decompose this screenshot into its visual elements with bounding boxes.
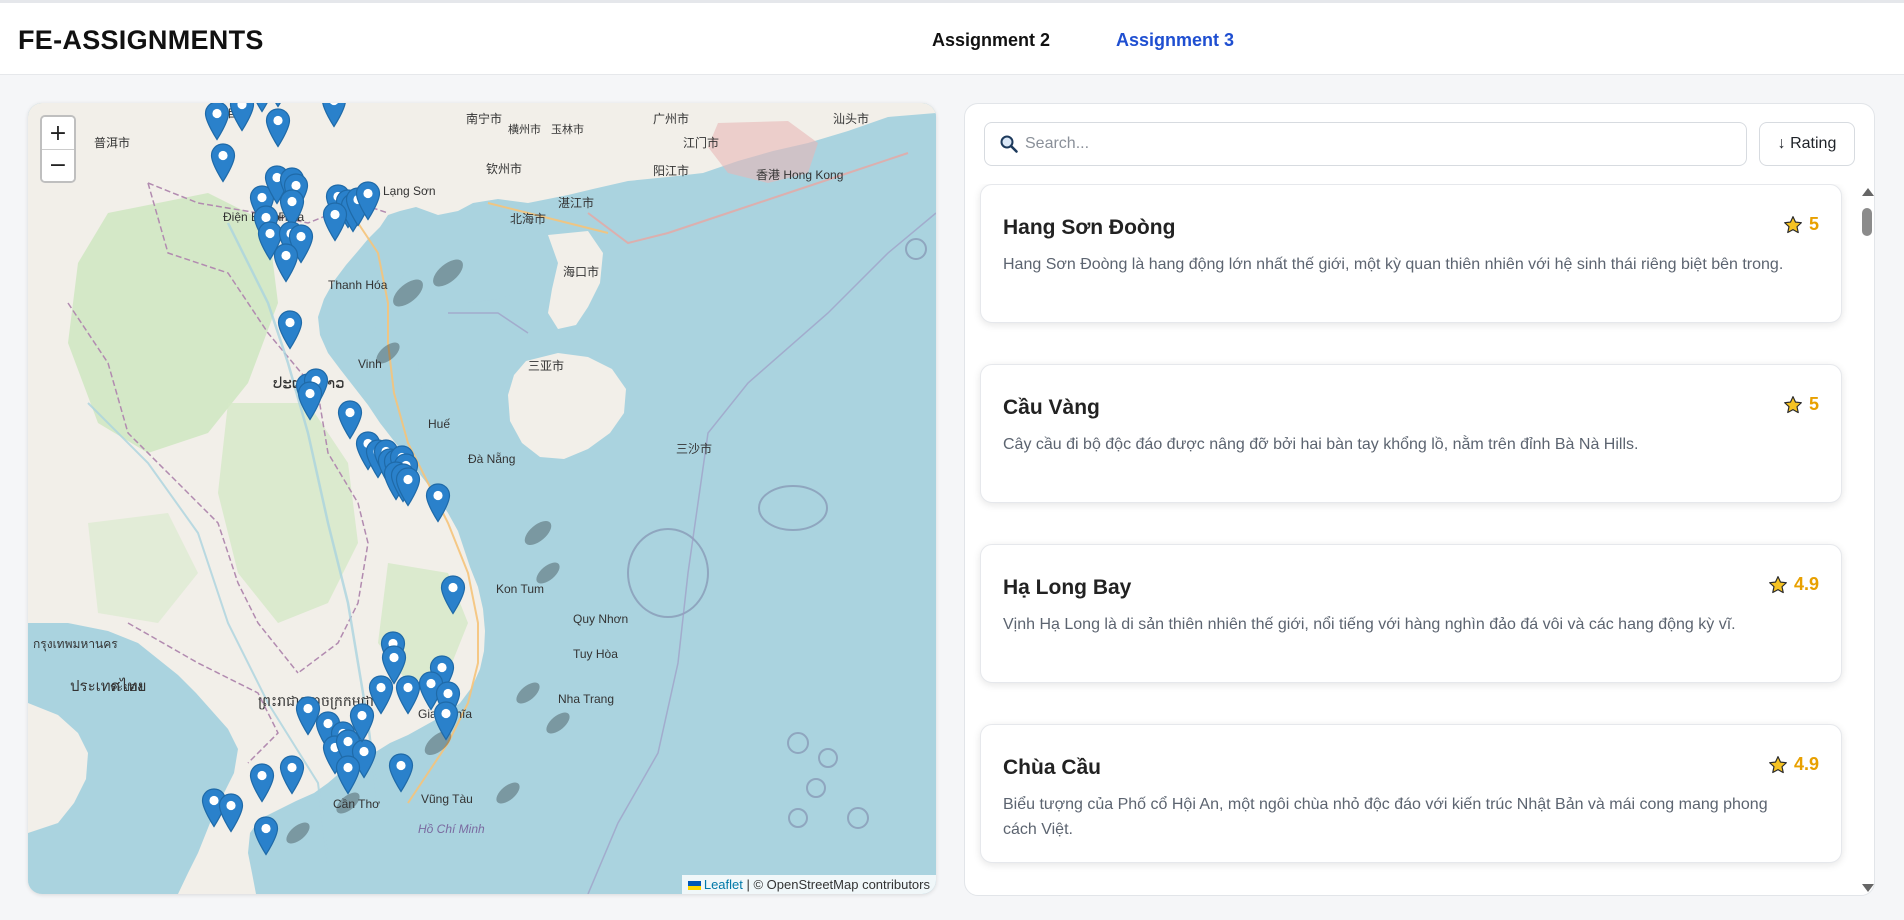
top-navbar: FE-ASSIGNMENTS Assignment 2 Assignment 3 [0, 0, 1904, 75]
attribution-text: | © OpenStreetMap contributors [742, 877, 931, 892]
place-card[interactable]: Chùa Cầu 4.9 Biểu tượng của Phố cổ Hội A… [980, 724, 1842, 863]
map-label-hue: Huế [428, 417, 450, 431]
map-label-guangzhou: 广州市 [653, 111, 689, 126]
ukraine-flag-icon [687, 881, 701, 890]
map-label-kontum: Kon Tum [496, 582, 544, 596]
star-icon [1769, 755, 1787, 773]
map-label-hcm: Hồ Chí Minh [418, 822, 485, 836]
map-label-qinzhou: 钦州市 [486, 161, 522, 176]
place-description: Vịnh Hạ Long là di sản thiên nhiên thế g… [1003, 616, 1736, 633]
map-label-tuyhoa: Tuy Hòa [573, 647, 618, 661]
rating-value: 5 [1808, 214, 1819, 234]
search-icon [1000, 135, 1018, 153]
sort-rating-button[interactable]: ↓ Rating [1759, 122, 1855, 166]
map-label-hongkong: 香港 Hong Kong [756, 168, 843, 182]
place-description: Cây cầu đi bộ độc đáo được nâng đỡ bởi h… [1003, 436, 1639, 453]
map-marker-icon[interactable] [277, 310, 303, 350]
svg-text:横州市: 横州市 [508, 122, 541, 136]
map-label-sanya: 三亚市 [528, 358, 564, 373]
place-title: Chùa Cầu [1003, 756, 1102, 779]
place-title: Cầu Vàng [1003, 396, 1100, 419]
place-description: Biểu tượng của Phố cổ Hội An, một ngôi c… [1003, 796, 1768, 838]
leaflet-link[interactable]: Leaflet [704, 877, 743, 892]
nav-link-assignment-2[interactable]: Assignment 2 [932, 30, 1050, 51]
star-icon [1769, 575, 1787, 593]
map-marker-icon[interactable] [265, 108, 291, 148]
map-marker-icon[interactable] [204, 103, 230, 141]
place-description: Hang Sơn Đoòng là hang động lớn nhất thế… [1003, 256, 1784, 273]
map-marker-icon[interactable] [395, 467, 421, 507]
zoom-in-button[interactable]: + [42, 117, 74, 149]
map-marker-icon[interactable] [279, 755, 305, 795]
map-marker-icon[interactable] [249, 763, 275, 803]
map-marker-icon[interactable] [321, 103, 347, 128]
map-marker-icon[interactable] [335, 755, 361, 795]
map-label-rayong: ระยอง [110, 680, 143, 694]
map-marker-icon[interactable] [440, 575, 466, 615]
scrollbar-thumb[interactable] [1862, 208, 1872, 236]
map-view[interactable]: 南宁市 横州市 玉林市 广州市 汕头市 江门市 阳江市 香港 Hong Kong… [28, 103, 936, 894]
rating-value: 4.9 [1793, 754, 1819, 774]
place-rating: 4.9 [1768, 754, 1819, 775]
brand-title[interactable]: FE-ASSIGNMENTS [18, 25, 264, 56]
map-marker-icon[interactable] [355, 181, 381, 221]
map-label-nhatrang: Nha Trang [558, 692, 614, 706]
search-box[interactable] [984, 122, 1747, 166]
map-marker-icon[interactable] [218, 793, 244, 833]
place-title: Hang Sơn Đoòng [1003, 216, 1176, 239]
map-marker-icon[interactable] [253, 816, 279, 856]
zoom-control: + − [40, 115, 76, 183]
map-label-yangjiang: 阳江市 [653, 163, 689, 178]
map-label-beihai: 北海市 [510, 211, 546, 226]
map-label-sansha: 三沙市 [676, 441, 712, 456]
place-rating: 4.9 [1768, 574, 1819, 595]
map-marker-icon[interactable] [425, 483, 451, 523]
map-label-haikou: 海口市 [563, 264, 599, 279]
map-marker-icon[interactable] [210, 143, 236, 183]
map-label-jiangmen: 江门市 [683, 135, 719, 150]
map-label-vungtau: Vũng Tàu [421, 792, 473, 806]
zoom-out-button[interactable]: − [42, 149, 74, 181]
svg-text:玉林市: 玉林市 [551, 122, 584, 136]
map-marker-icon[interactable] [322, 202, 348, 242]
map-label-cantho: Cần Thơ [333, 797, 380, 811]
star-icon [1784, 395, 1802, 413]
map-label-vinh: Vinh [358, 357, 382, 371]
map-marker-icon[interactable] [349, 703, 375, 743]
scroll-up-arrow-icon[interactable] [1862, 188, 1874, 196]
star-icon [1784, 215, 1802, 233]
map-marker-icon[interactable] [388, 753, 414, 793]
map-basemap[interactable]: 南宁市 横州市 玉林市 广州市 汕头市 江门市 阳江市 香港 Hong Kong… [28, 103, 936, 894]
rating-value: 4.9 [1793, 574, 1819, 594]
map-attribution: Leaflet | © OpenStreetMap contributors [681, 875, 936, 894]
map-marker-icon[interactable] [297, 381, 323, 421]
places-panel: ↓ Rating Hang Sơn Đoòng 5 Hang Sơn Đoòng… [964, 103, 1875, 896]
rating-value: 5 [1808, 394, 1819, 414]
list-scrollbar[interactable] [1859, 184, 1874, 895]
place-card[interactable]: Hạ Long Bay 4.9 Vịnh Hạ Long là di sản t… [980, 544, 1842, 683]
place-rating: 5 [1783, 214, 1819, 235]
map-label-nanning: 南宁市 [466, 111, 502, 126]
map-label-danang: Đà Nẵng [468, 451, 515, 466]
place-title: Hạ Long Bay [1003, 576, 1132, 599]
map-label-shantou: 汕头市 [833, 111, 869, 126]
nav-link-assignment-3[interactable]: Assignment 3 [1116, 30, 1234, 51]
map-marker-icon[interactable] [273, 243, 299, 283]
map-label-zhanjiang: 湛江市 [558, 195, 594, 210]
place-card[interactable]: Hang Sơn Đoòng 5 Hang Sơn Đoòng là hang … [980, 184, 1842, 323]
places-list[interactable]: Hang Sơn Đoòng 5 Hang Sơn Đoòng là hang … [965, 184, 1874, 895]
scroll-down-arrow-icon[interactable] [1862, 884, 1874, 892]
search-input[interactable] [1025, 123, 1740, 165]
map-marker-icon[interactable] [433, 701, 459, 741]
place-rating: 5 [1783, 394, 1819, 415]
map-label-thanhhoa: Thanh Hóa [328, 278, 388, 292]
map-label-quynhon: Quy Nhơn [573, 612, 628, 626]
map-label-bangkok: กรุงเทพมหานคร [33, 637, 118, 652]
map-label-langson: Lạng Sơn [383, 184, 436, 198]
map-label-puer: 普洱市 [94, 135, 130, 150]
place-card[interactable]: Cầu Vàng 5 Cây cầu đi bộ độc đáo được nâ… [980, 364, 1842, 503]
